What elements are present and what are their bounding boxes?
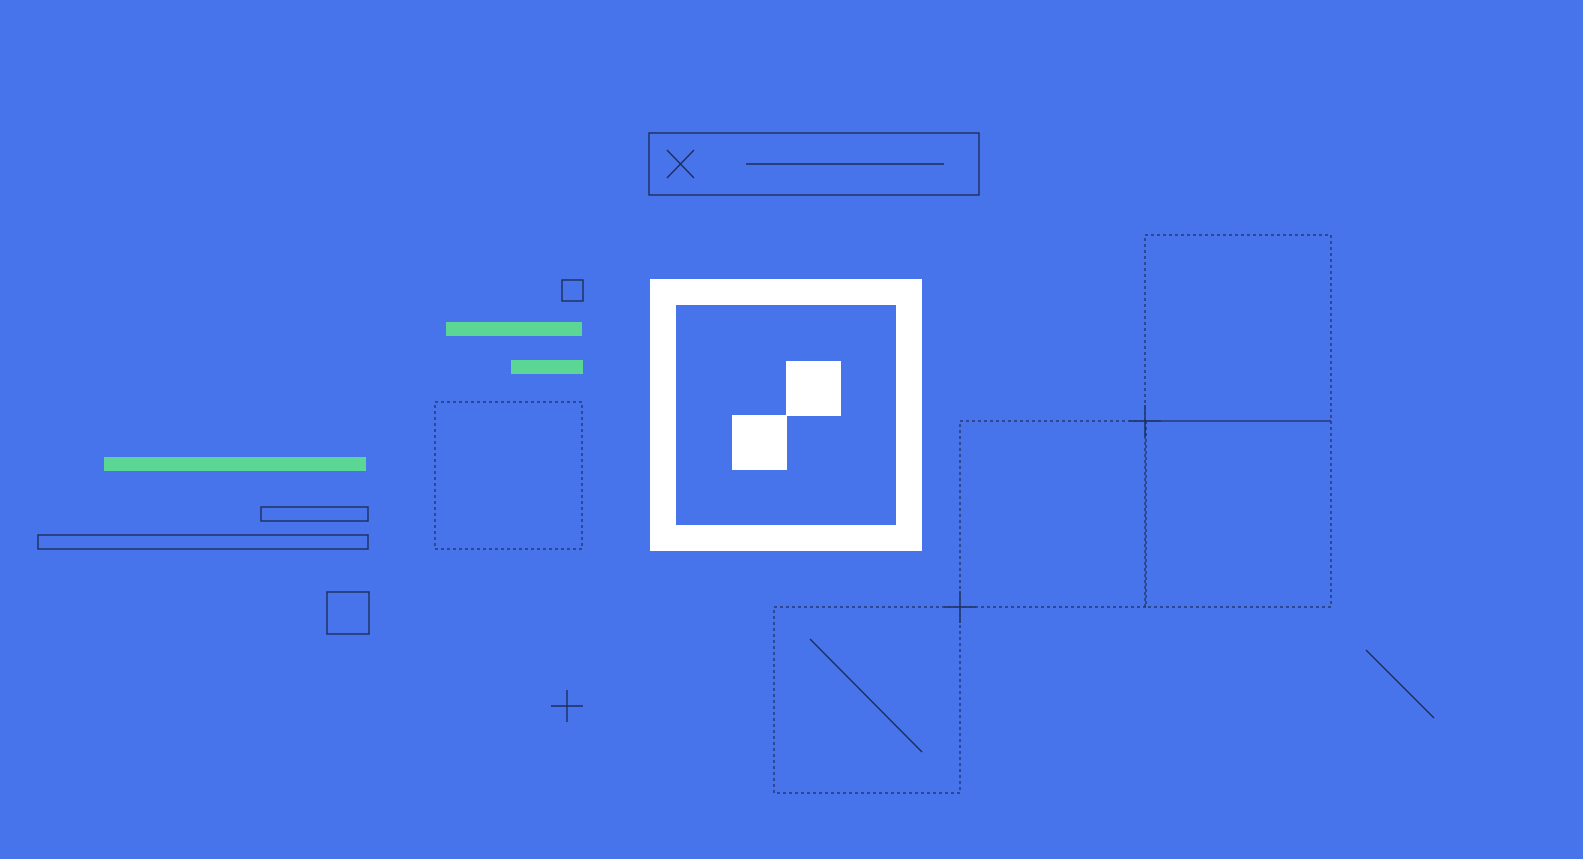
green-bar-wide — [104, 457, 366, 471]
green-bar-short — [511, 360, 583, 374]
green-bar-long — [446, 322, 582, 336]
hero-illustration — [0, 0, 1583, 859]
background — [0, 0, 1583, 859]
illustration-svg — [0, 0, 1583, 859]
